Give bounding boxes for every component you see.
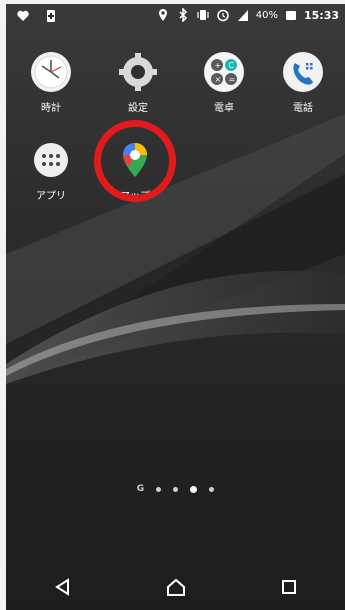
svg-text:=: = — [229, 75, 236, 84]
recents-button[interactable] — [269, 567, 309, 607]
app-label: 時計 — [41, 103, 61, 114]
clock-icon — [31, 52, 71, 92]
page-dot[interactable] — [156, 486, 162, 492]
google-feed-indicator[interactable]: G — [137, 484, 144, 494]
clock-time: 15:33 — [303, 8, 339, 22]
page-indicator: G — [6, 482, 345, 496]
home-icon — [166, 578, 185, 596]
battery-plus-icon — [47, 10, 55, 22]
app-phone[interactable]: 電話 — [268, 51, 338, 115]
bluetooth-icon — [179, 8, 187, 22]
status-bar: 40% 15:33 — [6, 4, 345, 30]
svg-text:+: + — [215, 61, 222, 70]
alarm-icon — [217, 9, 229, 22]
page-dot-active[interactable] — [190, 485, 198, 493]
calculator-icon: + C × = — [204, 52, 244, 92]
home-screen: 40% 15:33 時計 設定 + C × = 電卓 電話 アプリ マップ G — [6, 4, 345, 610]
svg-text:C: C — [229, 61, 235, 70]
page-dot[interactable] — [209, 486, 215, 492]
app-drawer[interactable]: アプリ — [16, 139, 86, 203]
navigation-bar — [6, 564, 345, 610]
battery-percent: 40% — [255, 9, 278, 21]
svg-text:×: × — [215, 75, 222, 84]
app-label: 電話 — [293, 103, 313, 114]
home-button[interactable] — [156, 567, 196, 607]
app-calculator[interactable]: + C × = 電卓 — [189, 51, 259, 115]
highlight-circle — [94, 120, 176, 202]
app-label: アプリ — [36, 191, 66, 202]
settings-gear-icon — [119, 53, 157, 91]
battery-icon — [285, 11, 296, 20]
location-icon — [158, 9, 167, 21]
app-settings[interactable]: 設定 — [103, 51, 173, 115]
back-button[interactable] — [43, 567, 83, 607]
back-icon — [54, 578, 69, 596]
app-drawer-icon — [34, 143, 68, 177]
vibrate-icon — [197, 10, 209, 20]
phone-icon — [283, 52, 323, 92]
recents-icon — [281, 580, 296, 594]
app-label: 電卓 — [214, 103, 234, 114]
health-icon — [17, 10, 29, 21]
signal-icon — [237, 10, 248, 21]
page-dot[interactable] — [173, 486, 179, 492]
app-label: 設定 — [128, 103, 148, 114]
app-clock[interactable]: 時計 — [16, 51, 86, 115]
